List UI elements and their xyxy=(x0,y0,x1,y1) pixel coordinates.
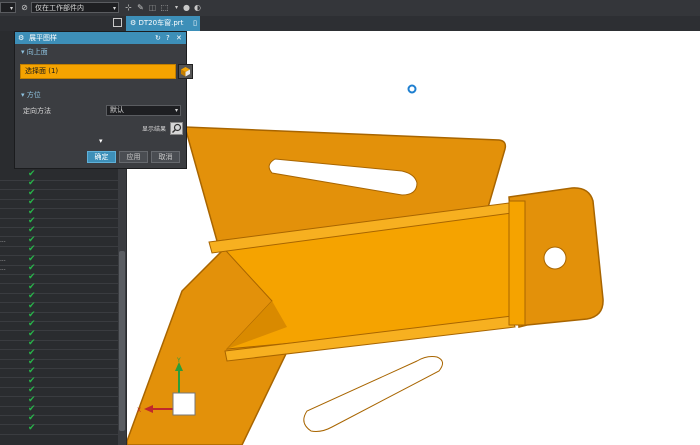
checkmark-icon: ✔ xyxy=(28,291,36,302)
cube-icon xyxy=(181,67,190,77)
section-orientation-label: 方位 xyxy=(26,91,41,99)
chevron-down-icon: ▾ xyxy=(9,5,13,12)
checkmark-icon: ✔ xyxy=(28,197,36,208)
reset-icon[interactable]: ↻ xyxy=(155,32,161,44)
collapse-icon: ▾ xyxy=(21,91,25,99)
close-icon[interactable]: ✕ xyxy=(176,32,182,44)
part-model: Y X xyxy=(127,84,604,445)
plate-slot-bottom xyxy=(303,356,443,432)
filter-combo[interactable]: ▾ xyxy=(0,2,16,13)
navigator-scroll-thumb[interactable] xyxy=(119,251,125,431)
ok-button[interactable]: 确定 xyxy=(87,151,116,163)
tab-bend xyxy=(508,200,526,326)
gear-icon: ⚙ xyxy=(18,34,25,42)
orientation-method-select[interactable]: 默认 ▾ xyxy=(106,105,181,116)
expand-more-icon[interactable]: ▾ xyxy=(99,137,103,145)
pick-icon[interactable]: ✎ xyxy=(136,3,145,12)
tree-row[interactable]: ✔ xyxy=(0,422,120,435)
sphere-icon[interactable]: ● xyxy=(182,3,191,12)
graphics-viewport[interactable]: Y X xyxy=(127,31,700,445)
help-icon[interactable]: ? xyxy=(166,32,170,44)
apply-button[interactable]: 应用 xyxy=(119,151,148,163)
tab-document[interactable]: ⚙ DT20车窗.prt ▯ xyxy=(126,16,200,31)
select-icon[interactable]: ◫ xyxy=(148,3,157,12)
filter-icon[interactable]: ⊘ xyxy=(20,3,29,12)
chevron-down-icon: ▾ xyxy=(112,5,116,12)
tree-row-label: ... xyxy=(0,255,6,263)
close-icon[interactable]: ▯ xyxy=(193,16,197,31)
show-result-label: 显示结果 xyxy=(142,126,167,133)
orientation-method-value: 默认 xyxy=(110,106,124,114)
mounting-hole xyxy=(543,246,567,270)
cursor-marker xyxy=(407,84,417,94)
select-face-row[interactable]: 选择面 (1) xyxy=(20,64,176,79)
checkmark-icon: ✔ xyxy=(28,422,36,433)
tab-document-label: DT20车窗.prt xyxy=(138,19,184,27)
svg-text:Y: Y xyxy=(176,357,181,364)
checkmark-icon: ✔ xyxy=(28,244,36,255)
dialog-title: 展平图样 xyxy=(29,34,57,42)
orientation-method-label: 定向方法 xyxy=(23,107,51,115)
face-selection-button[interactable] xyxy=(178,64,193,79)
section-face-label: 向上面 xyxy=(26,48,48,56)
checkmark-icon: ✔ xyxy=(28,385,36,396)
box-select-icon[interactable]: ⬚ xyxy=(160,3,169,12)
checkmark-icon: ✔ xyxy=(28,338,36,349)
window-icon[interactable] xyxy=(113,18,122,27)
snap-icon[interactable]: ⊹ xyxy=(124,3,133,12)
dialog-titlebar[interactable]: ⚙ 展平图样 ↻ ? ✕ xyxy=(15,32,186,44)
section-orientation-header[interactable]: ▾ 方位 xyxy=(21,90,41,100)
magnifier-icon xyxy=(172,123,182,133)
tree-row-label: ... xyxy=(0,265,6,272)
flat-pattern-dialog: ⚙ 展平图样 ↻ ? ✕ ▾ 向上面 选择面 (1) ▾ 方位 定向方法 默认 … xyxy=(14,31,193,169)
chevron-down-icon[interactable]: ▾ xyxy=(172,3,181,12)
scope-combo[interactable]: 仅在工作部件内 ▾ xyxy=(31,2,119,13)
select-face-label: 选择面 (1) xyxy=(25,67,59,75)
chevron-down-icon: ▾ xyxy=(174,107,178,114)
svg-text:X: X xyxy=(137,407,141,414)
tree-row-label: ... xyxy=(0,236,6,244)
collapse-icon: ▾ xyxy=(21,48,25,56)
top-toolbar: ▾ ⊘ 仅在工作部件内 ▾ ⊹ ✎ ◫ ⬚ ▾ ● ◐ xyxy=(0,0,700,17)
shade-icon[interactable]: ◐ xyxy=(193,3,202,12)
document-tabbar: ⚙ DT20车窗.prt ▯ xyxy=(0,16,700,32)
cancel-button[interactable]: 取消 xyxy=(151,151,180,163)
scope-combo-value: 仅在工作部件内 xyxy=(35,4,84,12)
show-result-button[interactable] xyxy=(170,122,183,135)
part-icon: ⚙ xyxy=(130,19,137,27)
section-face-header[interactable]: ▾ 向上面 xyxy=(21,47,48,57)
